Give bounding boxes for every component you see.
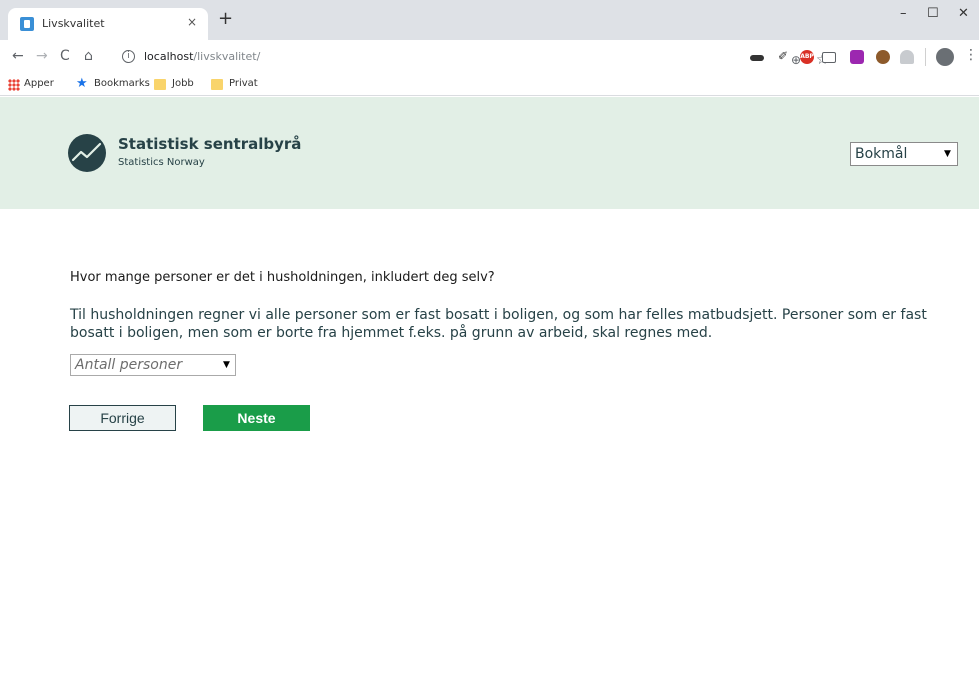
language-select[interactable]: Bokmål ▼ xyxy=(850,142,958,166)
question-help-text: Til husholdningen regner vi alle persone… xyxy=(70,307,927,341)
bookmark-privat[interactable]: Privat xyxy=(229,78,258,89)
url-host: localhost xyxy=(144,50,194,63)
window-close-icon[interactable]: ✕ xyxy=(958,6,969,21)
home-icon[interactable]: ⌂ xyxy=(84,48,93,64)
forward-arrow-icon[interactable]: → xyxy=(36,48,48,64)
next-button[interactable]: Neste xyxy=(203,405,310,431)
cookie-extension-icon[interactable] xyxy=(876,50,890,64)
bookmark-jobb[interactable]: Jobb xyxy=(172,78,194,89)
tab-close-icon[interactable]: × xyxy=(187,15,197,29)
logo-name: Statistisk sentralbyrå xyxy=(118,135,302,153)
drive-extension-icon[interactable] xyxy=(900,50,914,64)
url-text[interactable]: localhost/livskvalitet/ xyxy=(144,50,260,63)
browser-window: Livskvalitet × + – ☐ ✕ ← → C ⌂ i localho… xyxy=(0,0,979,698)
menu-dots-icon[interactable]: ⋮ xyxy=(964,47,978,63)
folder-icon[interactable] xyxy=(154,79,166,90)
bookmarks-star-icon[interactable]: ★ xyxy=(76,76,88,91)
bookmarks-bar: Apper ★ Bookmarks Jobb Privat xyxy=(0,74,979,96)
apps-grid-icon[interactable] xyxy=(8,79,20,91)
browser-tab[interactable]: Livskvalitet × xyxy=(8,8,208,40)
bookmark-apps[interactable]: Apper xyxy=(24,78,54,89)
folder-icon[interactable] xyxy=(211,79,223,90)
minimize-icon[interactable]: – xyxy=(900,6,907,21)
glasses-extension-icon[interactable] xyxy=(750,55,764,61)
question-heading: Hvor mange personer er det i husholdning… xyxy=(70,270,495,285)
new-tab-icon[interactable]: + xyxy=(218,10,233,28)
profile-avatar[interactable] xyxy=(936,48,954,66)
logo-subtitle: Statistics Norway xyxy=(118,157,205,168)
eyedropper-extension-icon[interactable]: ✐ xyxy=(778,49,792,63)
url-path: /livskvalitet/ xyxy=(193,50,261,63)
address-bar[interactable]: i localhost/livskvalitet/ ⊕ ☆ xyxy=(110,45,880,69)
back-arrow-icon[interactable]: ← xyxy=(12,48,24,64)
toolbar-divider xyxy=(925,48,926,66)
previous-button[interactable]: Forrige xyxy=(69,405,176,431)
household-count-placeholder: Antall personer xyxy=(75,357,183,373)
adblock-extension-icon[interactable]: ABP xyxy=(800,50,814,64)
chevron-down-icon: ▼ xyxy=(944,149,951,159)
maximize-icon[interactable]: ☐ xyxy=(927,6,939,21)
reload-icon[interactable]: C xyxy=(60,48,70,64)
favicon-icon xyxy=(20,17,34,31)
mail-extension-icon[interactable] xyxy=(822,52,836,63)
tab-strip: Livskvalitet × + – ☐ ✕ xyxy=(0,0,979,40)
purple-extension-icon[interactable] xyxy=(850,50,864,64)
tab-title: Livskvalitet xyxy=(42,17,105,30)
chevron-down-icon: ▼ xyxy=(223,360,230,370)
ssb-logo-icon xyxy=(68,134,106,172)
household-count-select[interactable]: Antall personer ▼ xyxy=(70,354,236,376)
page-header: Statistisk sentralbyrå Statistics Norway… xyxy=(0,97,979,209)
bookmark-bookmarks[interactable]: Bookmarks xyxy=(94,78,150,89)
info-icon[interactable]: i xyxy=(122,50,135,63)
language-selected-value: Bokmål xyxy=(855,146,908,162)
